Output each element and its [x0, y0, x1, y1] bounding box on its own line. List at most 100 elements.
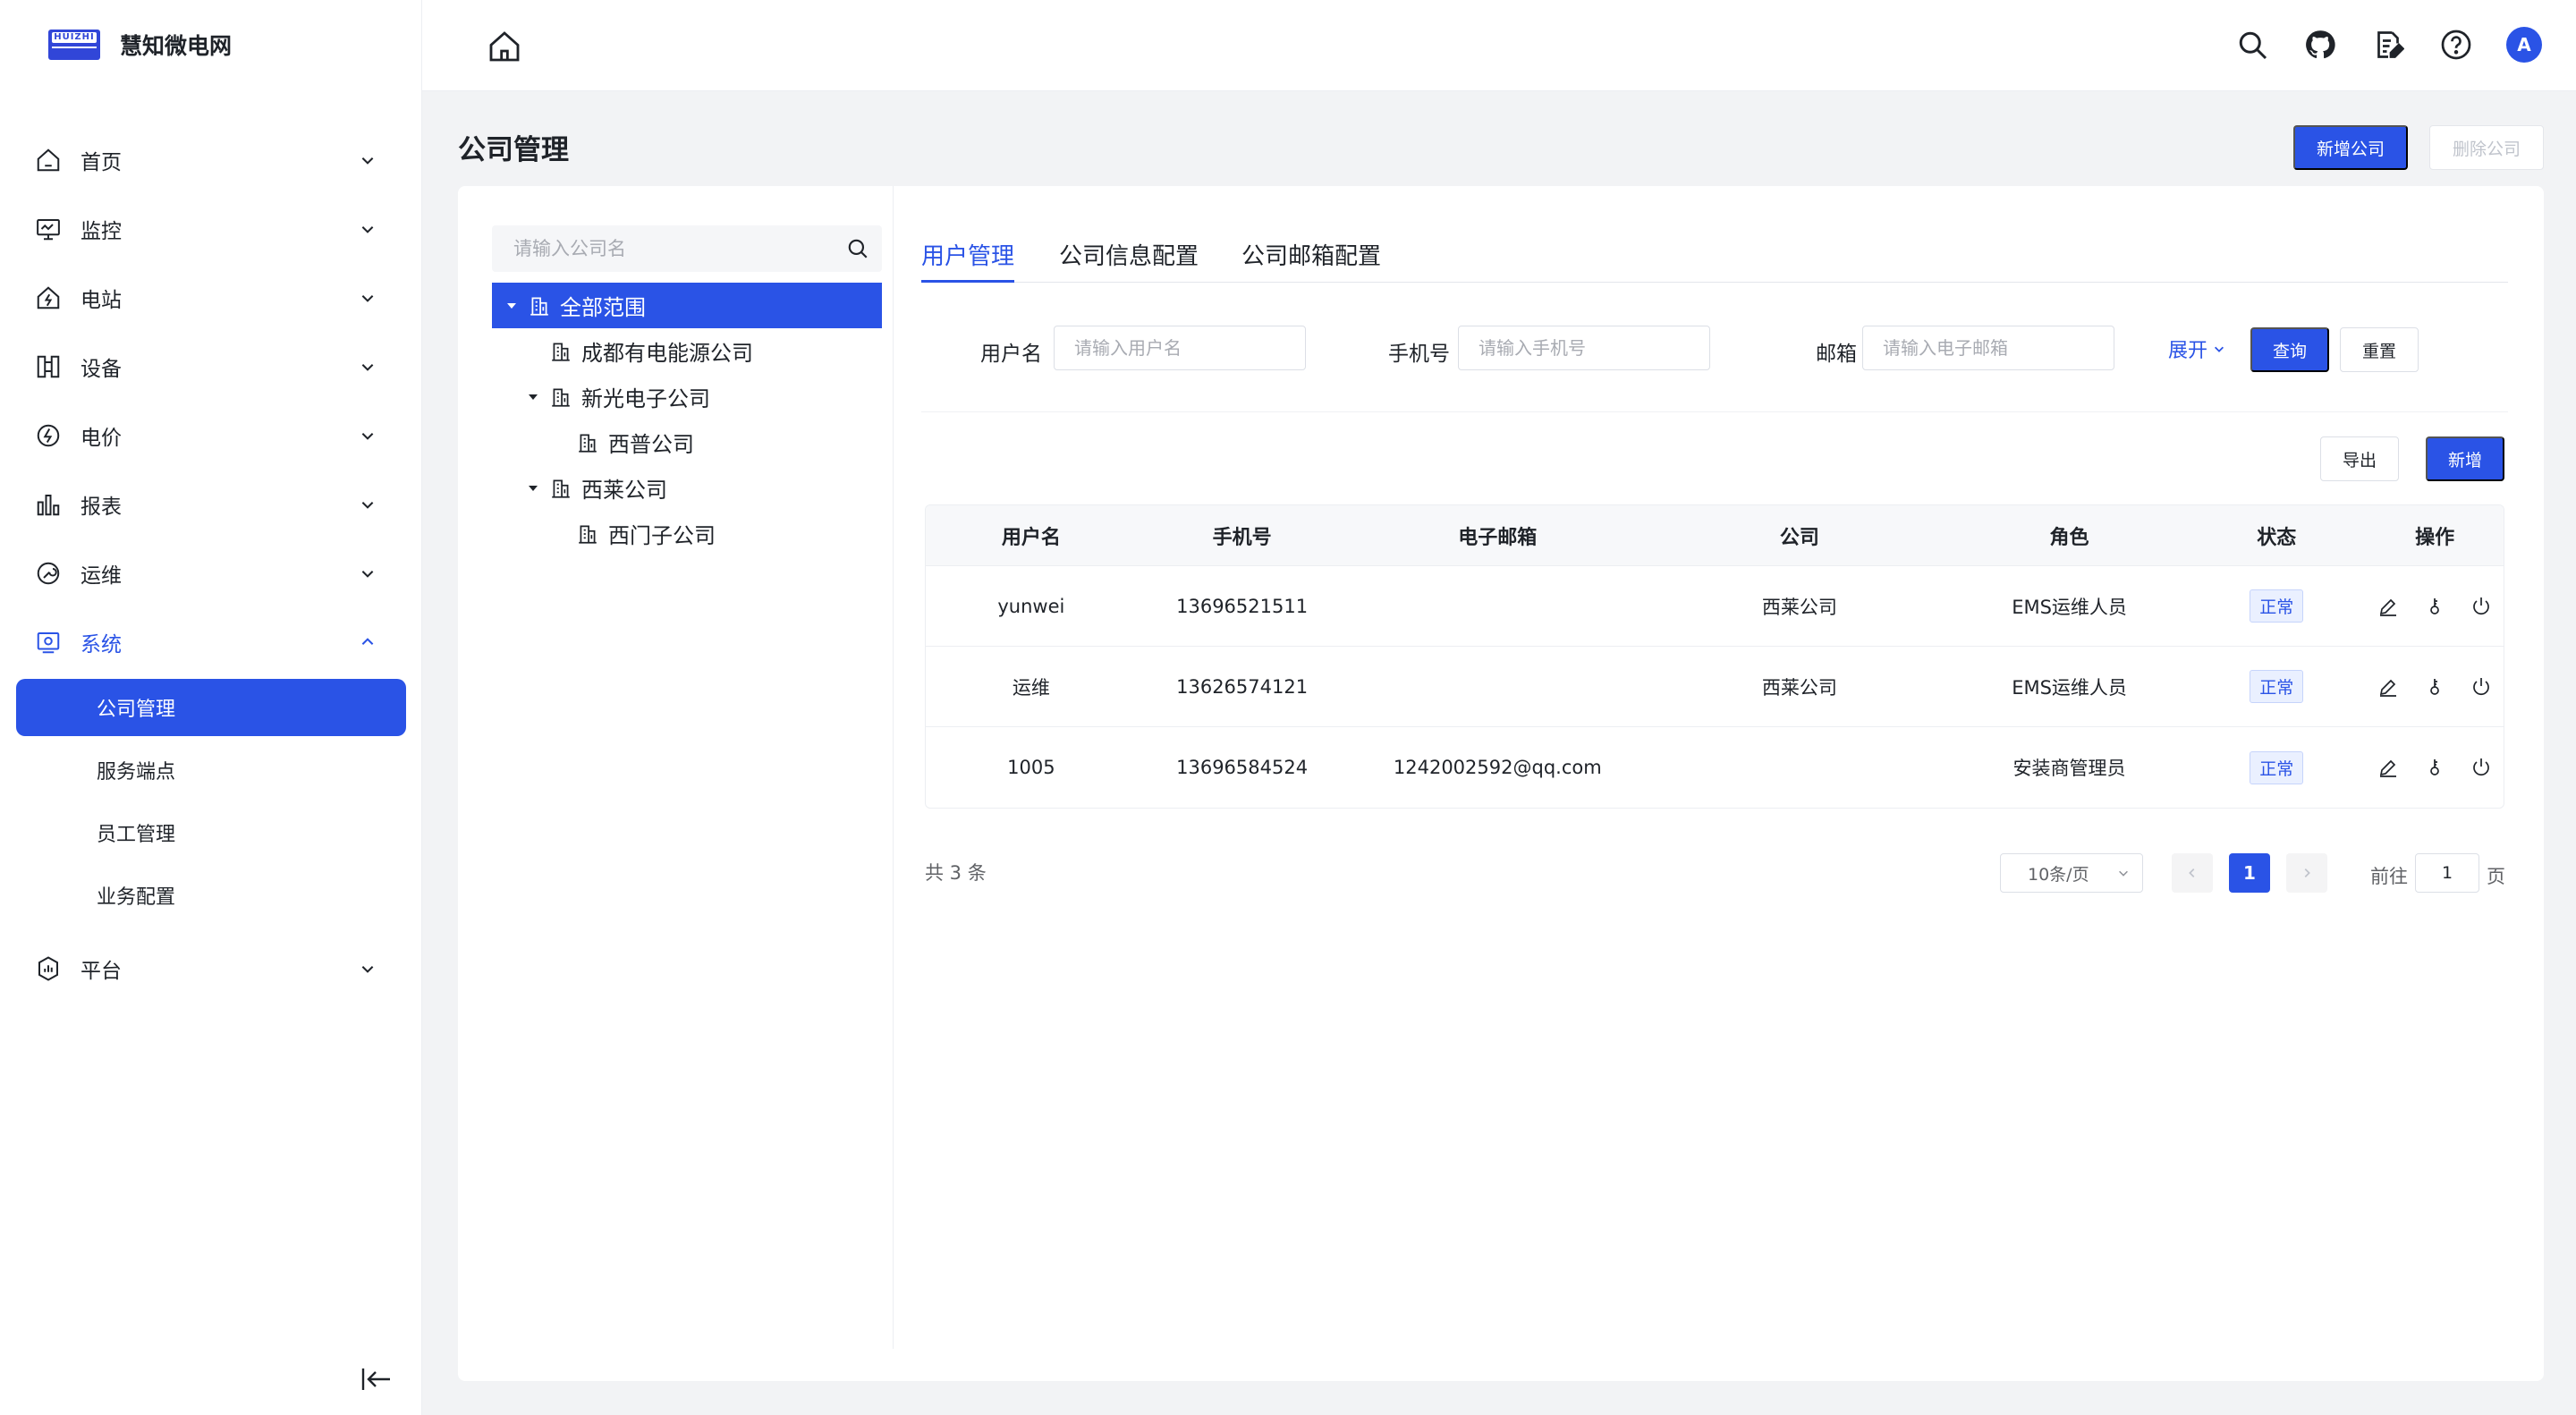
- logo-text: 慧知微电网: [120, 33, 233, 59]
- key-icon[interactable]: [2422, 594, 2447, 619]
- phone-input[interactable]: [1458, 326, 1710, 370]
- username-input[interactable]: [1054, 326, 1306, 370]
- edit-icon[interactable]: [2376, 755, 2401, 780]
- column-header: 用户名: [1001, 526, 1061, 549]
- menu-item-station[interactable]: 电站: [0, 263, 422, 332]
- cell-actions: [2366, 755, 2504, 780]
- help-icon[interactable]: [2438, 27, 2474, 63]
- cell-role: EMS运维人员: [2012, 596, 2127, 618]
- column-header: 状态: [2257, 526, 2297, 549]
- company-search-input[interactable]: [513, 238, 844, 259]
- phone-label: 手机号: [1388, 343, 1450, 366]
- column-header: 手机号: [1212, 526, 1272, 549]
- tree-node-xilai[interactable]: 西莱公司: [492, 465, 882, 511]
- cell-phone: 13696584524: [1176, 757, 1309, 778]
- key-icon[interactable]: [2422, 674, 2447, 699]
- email-input[interactable]: [1862, 326, 2114, 370]
- menu-item-label: 首页: [80, 150, 122, 174]
- prev-page-button[interactable]: [2172, 853, 2213, 893]
- tab-company-email[interactable]: 公司邮箱配置: [1241, 238, 1381, 283]
- status-badge: 正常: [2250, 589, 2304, 623]
- reset-button[interactable]: 重置: [2340, 327, 2419, 372]
- chevron-down-icon: [361, 433, 374, 440]
- search-icon[interactable]: [2234, 27, 2270, 63]
- building-icon: [579, 433, 597, 453]
- power-icon[interactable]: [2469, 755, 2494, 780]
- collapse-sidebar-icon[interactable]: [360, 1365, 392, 1394]
- power-icon[interactable]: [2469, 674, 2494, 699]
- github-icon[interactable]: [2302, 27, 2338, 63]
- table-header: 用户名 手机号 电子邮箱 公司 角色 状态 操作: [926, 505, 2504, 566]
- expand-toggle[interactable]: 展开: [2168, 335, 2225, 363]
- tree-node-chengdu[interactable]: 成都有电能源公司: [492, 328, 882, 374]
- home-icon: [34, 146, 63, 174]
- edit-icon[interactable]: [2376, 674, 2401, 699]
- goto-page-input[interactable]: [2415, 853, 2479, 893]
- delete-company-button[interactable]: 删除公司: [2429, 125, 2544, 170]
- logo[interactable]: HUIZHI 慧知微电网: [48, 27, 232, 63]
- menu-item-system[interactable]: 系统: [0, 607, 422, 676]
- power-icon[interactable]: [2469, 594, 2494, 619]
- submenu-item-company[interactable]: 公司管理: [16, 679, 406, 736]
- menu-item-label: 平台: [80, 959, 122, 983]
- building-icon: [552, 342, 570, 361]
- query-button[interactable]: 查询: [2250, 327, 2329, 372]
- cell-actions: [2366, 674, 2504, 699]
- station-icon: [34, 284, 63, 312]
- cell-role: 安装商管理员: [2012, 758, 2126, 779]
- page-number-button[interactable]: 1: [2229, 853, 2270, 893]
- menu-item-device[interactable]: 设备: [0, 332, 422, 401]
- username-label: 用户名: [980, 343, 1042, 366]
- goto-label: 前往: [2370, 866, 2408, 887]
- add-company-button[interactable]: 新增公司: [2293, 125, 2408, 170]
- tree-node-siemens[interactable]: 西门子公司: [492, 511, 882, 556]
- table-row: yunwei 13696521511 西莱公司 EMS运维人员 正常: [926, 566, 2504, 647]
- user-table: 用户名 手机号 电子邮箱 公司 角色 状态 操作 yunwei 13696521…: [925, 504, 2504, 809]
- menu-item-price[interactable]: 电价: [0, 401, 422, 470]
- key-icon[interactable]: [2422, 755, 2447, 780]
- export-button[interactable]: 导出: [2320, 436, 2399, 481]
- home-icon[interactable]: [487, 29, 522, 64]
- tree-node-label: 西门子公司: [608, 523, 716, 548]
- chevron-down-icon: [361, 571, 374, 578]
- tree-node-xipu[interactable]: 西普公司: [492, 419, 882, 465]
- menu-item-home[interactable]: 首页: [0, 125, 422, 194]
- expand-label: 展开: [2168, 340, 2208, 362]
- user-avatar[interactable]: A: [2506, 27, 2542, 63]
- tree-node-label: 新光电子公司: [581, 386, 710, 411]
- submenu-item-staff[interactable]: 员工管理: [0, 801, 422, 864]
- menu-item-label: 监控: [80, 219, 122, 243]
- document-edit-icon[interactable]: [2370, 27, 2406, 63]
- caret-down-icon[interactable]: [522, 478, 544, 499]
- caret-down-icon[interactable]: [501, 295, 522, 317]
- caret-down-icon[interactable]: [522, 386, 544, 408]
- cell-phone: 13626574121: [1176, 675, 1309, 698]
- panel-divider: [893, 186, 894, 1349]
- tree-node-all[interactable]: 全部范围: [492, 283, 882, 328]
- tab-user-management[interactable]: 用户管理: [921, 238, 1015, 283]
- add-user-button[interactable]: 新增: [2426, 436, 2504, 481]
- menu-item-label: 运维: [80, 563, 122, 588]
- search-icon[interactable]: [846, 237, 869, 260]
- tab-company-info[interactable]: 公司信息配置: [1059, 238, 1199, 283]
- submenu-item-business[interactable]: 业务配置: [0, 864, 422, 927]
- page-size-select[interactable]: 10条/页: [2000, 853, 2143, 893]
- edit-icon[interactable]: [2376, 594, 2401, 619]
- cell-username: yunwei: [997, 595, 1065, 617]
- menu-item-label: 电站: [80, 288, 122, 312]
- device-icon: [34, 352, 63, 381]
- menu-item-label: 设备: [80, 357, 122, 381]
- menu-item-maintenance[interactable]: 运维: [0, 538, 422, 607]
- menu-item-report[interactable]: 报表: [0, 470, 422, 538]
- next-page-button[interactable]: [2286, 853, 2327, 893]
- monitor-icon: [34, 215, 63, 243]
- chevron-down-icon: [361, 157, 374, 165]
- tabs: 用户管理 公司信息配置 公司邮箱配置: [921, 225, 2508, 283]
- tree-node-xinguang[interactable]: 新光电子公司: [492, 374, 882, 419]
- menu-item-platform[interactable]: 平台: [0, 934, 422, 1003]
- submenu-item-endpoint[interactable]: 服务端点: [0, 739, 422, 801]
- menu-item-label: 电价: [80, 426, 122, 450]
- cell-status: 正常: [2187, 670, 2366, 703]
- chevron-down-icon: [361, 295, 374, 302]
- menu-item-monitor[interactable]: 监控: [0, 194, 422, 263]
